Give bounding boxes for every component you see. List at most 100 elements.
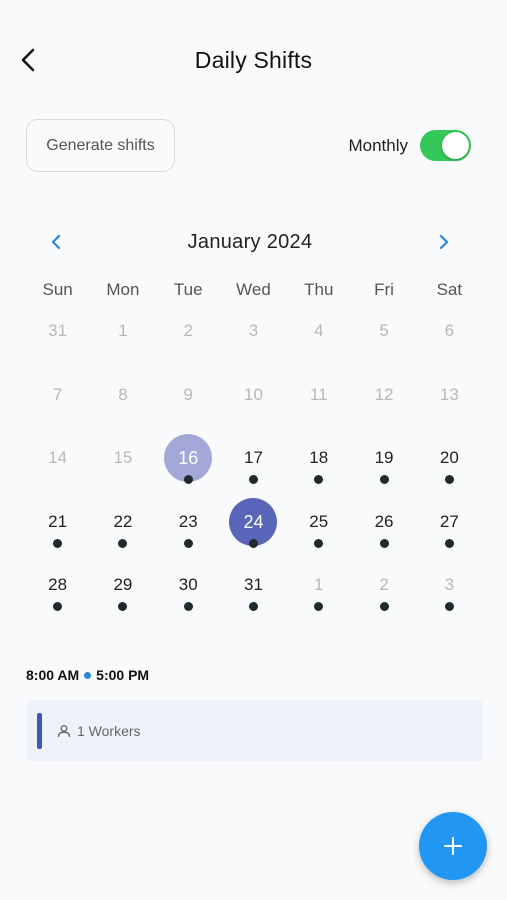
calendar-day[interactable]: 15 [90,427,155,491]
calendar-day[interactable]: 10 [221,364,286,428]
calendar-day[interactable]: 22 [90,491,155,555]
calendar-day-number: 23 [178,511,198,531]
month-navigation: January 2024 [40,226,460,258]
calendar-day[interactable]: 20 [417,427,482,491]
calendar-day-number: 18 [309,448,329,468]
calendar-day-number: 2 [379,575,389,595]
calendar-day[interactable]: 3 [221,300,286,364]
calendar-day[interactable]: 31 [221,554,286,618]
calendar-day[interactable]: 17 [221,427,286,491]
calendar-day[interactable]: 24 [221,491,286,555]
calendar-day[interactable]: 26 [351,491,416,555]
calendar-day-number: 30 [178,575,198,595]
shift-end-time: 5:00 PM [96,667,150,683]
calendar-day[interactable]: 4 [286,300,351,364]
shift-indicator-dot [379,475,389,485]
time-separator-dot [84,671,92,679]
monthly-toggle-label: Monthly [348,135,408,155]
calendar-day[interactable]: 18 [286,427,351,491]
calendar-day[interactable]: 6 [417,300,482,364]
workers-count: 1 Workers [77,722,141,739]
shift-indicator-dot [53,538,63,548]
calendar-day[interactable]: 28 [25,554,90,618]
header: Daily Shifts [0,30,507,90]
calendar-week-row: 28 29 30 31 1 2 3 [25,554,482,618]
person-icon [57,723,73,739]
shift-indicator-dot [248,475,258,485]
monthly-toggle-group: Monthly [348,130,471,161]
calendar-day[interactable]: 30 [156,554,221,618]
toggle-knob [442,132,469,159]
chevron-left-icon [21,48,35,72]
calendar-day-number: 10 [244,384,263,404]
calendar-day-number: 2 [183,321,193,340]
calendar-day[interactable]: 5 [351,300,416,364]
calendar-day[interactable]: 1 [286,554,351,618]
shift-indicator-dot [314,602,324,612]
month-title: January 2024 [187,230,313,253]
next-month-button[interactable] [428,226,460,258]
calendar-day-number: 6 [444,321,455,340]
calendar-day-number: 15 [113,448,133,468]
calendar-day-number: 11 [309,384,328,404]
calendar-day-number: 27 [439,511,459,531]
weekday-label: Mon [106,280,140,299]
calendar-day[interactable]: 2 [351,554,416,618]
calendar-day[interactable]: 29 [90,554,155,618]
shift-card[interactable]: 1 Workers [26,700,483,761]
calendar-day-number: 1 [118,321,128,340]
calendar-day[interactable]: 1 [90,300,155,364]
calendar-day[interactable]: 27 [417,491,482,555]
shift-indicator-dot [379,602,389,612]
shift-indicator-dot [314,538,324,548]
calendar-day-number: 31 [48,321,68,340]
weekday-label: Thu [304,280,334,299]
calendar-day-number: 13 [439,384,459,404]
shift-indicator-dot [183,602,193,612]
status-bar [0,0,507,28]
calendar-day-number: 21 [48,511,68,531]
shift-indicator-dot [314,475,324,485]
shift-indicator-dot [248,538,258,548]
add-shift-button[interactable] [419,812,487,880]
plus-icon [444,837,462,855]
page-title: Daily Shifts [194,46,313,73]
calendar-day-number: 26 [374,511,394,531]
calendar-day[interactable]: 8 [90,364,155,428]
calendar-day-number: 24 [243,511,264,532]
calendar-day-number: 29 [113,575,133,595]
calendar-day[interactable]: 2 [156,300,221,364]
calendar-day[interactable]: 12 [351,364,416,428]
weekday-label: Sat [436,280,463,299]
calendar-day[interactable]: 9 [156,364,221,428]
shift-indicator-dot [118,538,128,548]
generate-shifts-button[interactable]: Generate shifts [26,119,175,172]
calendar-day[interactable]: 11 [286,364,351,428]
calendar-day[interactable]: 21 [25,491,90,555]
weekday-label: Sun [42,280,73,299]
weekday-header: Sun Mon Tue Wed Thu Fri Sat [25,280,482,302]
prev-month-button[interactable] [40,226,72,258]
calendar-week-row: 31 1 2 3 4 5 6 [25,300,482,364]
shift-indicator-dot [183,475,193,485]
calendar-day-number: 1 [314,575,324,595]
back-button[interactable] [12,44,44,76]
monthly-toggle[interactable] [420,130,471,161]
calendar-day-number: 25 [309,511,329,531]
calendar-day[interactable]: 13 [417,364,482,428]
calendar-day[interactable]: 7 [25,364,90,428]
shift-indicator-dot [444,602,454,612]
shift-indicator-dot [444,475,454,485]
calendar-day[interactable]: 31 [25,300,90,364]
calendar-day[interactable]: 23 [156,491,221,555]
calendar-day[interactable]: 16 [156,427,221,491]
calendar-day-number: 22 [113,511,133,531]
calendar-day[interactable]: 14 [25,427,90,491]
weekday-label: Tue [173,280,203,299]
chevron-right-icon [439,234,449,250]
calendar-day[interactable]: 25 [286,491,351,555]
calendar-day[interactable]: 19 [351,427,416,491]
calendar-day[interactable]: 3 [417,554,482,618]
calendar-day-number: 4 [314,321,324,340]
shift-indicator-dot [183,538,193,548]
